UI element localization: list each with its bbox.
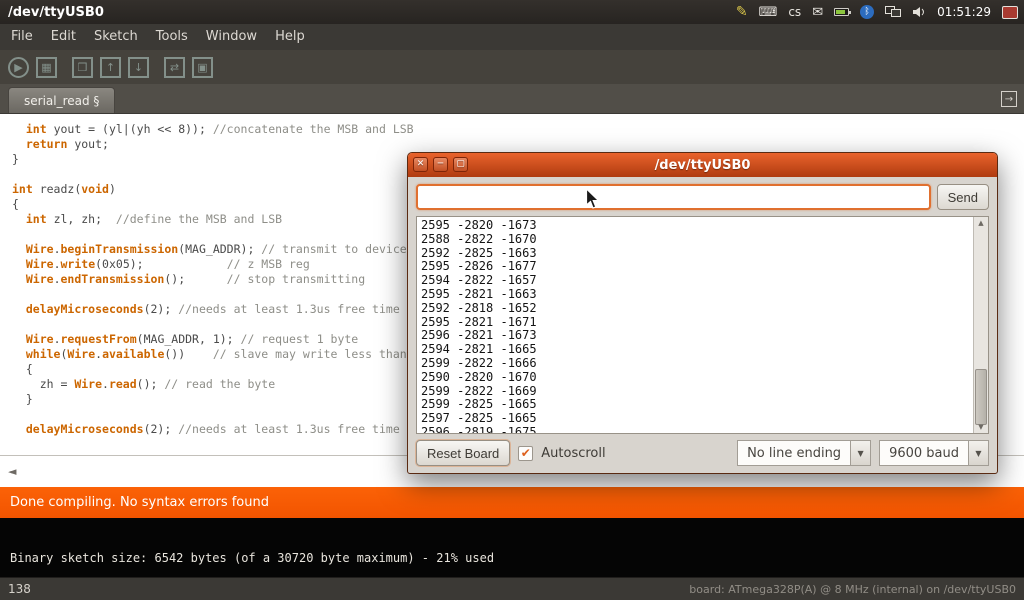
- maximize-icon[interactable]: ▢: [453, 157, 468, 172]
- serial-window-body: Send 2595 -2820 -1673 2588 -2822 -1670 2…: [408, 177, 997, 473]
- serial-monitor-icon: ▣: [197, 62, 207, 73]
- scrollbar-thumb[interactable]: [975, 369, 987, 425]
- open-button[interactable]: ↑: [100, 57, 121, 78]
- open-icon: ↑: [106, 62, 115, 73]
- code-line: {: [12, 362, 414, 377]
- menu-file[interactable]: File: [2, 24, 42, 50]
- note-icon[interactable]: ✎: [736, 5, 748, 19]
- serial-output: 2595 -2820 -1673 2588 -2822 -1670 2592 -…: [417, 217, 973, 433]
- code-line: int yout = (yl|(yh << 8)); //concatenate…: [12, 122, 414, 137]
- export-icon: ⇄: [170, 62, 179, 73]
- console-line: Binary sketch size: 6542 bytes (of a 307…: [10, 551, 494, 565]
- stop-button[interactable]: ▦: [36, 57, 57, 78]
- code-line: [12, 227, 414, 242]
- code-line: int readz(void): [12, 182, 414, 197]
- reset-board-button[interactable]: Reset Board: [416, 440, 510, 466]
- scroll-down-icon[interactable]: ▼: [974, 423, 988, 431]
- send-button[interactable]: Send: [937, 184, 989, 210]
- code-line: Wire.write(0x05); // z MSB reg: [12, 257, 414, 272]
- language-indicator[interactable]: cs: [788, 5, 801, 19]
- battery-icon[interactable]: [834, 8, 849, 16]
- minimize-icon[interactable]: ─: [433, 157, 448, 172]
- verify-icon: ▶: [14, 62, 22, 73]
- top-panel: /dev/ttyUSB0 ✎ ⌨ cs ✉ ᛒ 01:51:29: [0, 0, 1024, 24]
- code-line: Wire.beginTransmission(MAG_ADDR); // tra…: [12, 242, 414, 257]
- export-button[interactable]: ⇄: [164, 57, 185, 78]
- code-line: return yout;: [12, 137, 414, 152]
- serial-output-scrollbar[interactable]: ▲ ▼: [973, 217, 988, 433]
- line-ending-select[interactable]: No line ending ▼: [737, 440, 871, 466]
- code-line: while(Wire.available()) // slave may wri…: [12, 347, 414, 362]
- autoscroll-checkbox[interactable]: ✔: [518, 446, 533, 461]
- network-icon[interactable]: [885, 6, 901, 18]
- keyboard-icon[interactable]: ⌨: [759, 6, 778, 19]
- stop-icon: ▦: [41, 62, 51, 73]
- verify-button[interactable]: ▶: [8, 57, 29, 78]
- serial-window-title: /dev/ttyUSB0: [655, 158, 751, 173]
- new-button[interactable]: ❒: [72, 57, 93, 78]
- code-line: [12, 317, 414, 332]
- code-line: int zl, zh; //define the MSB and LSB: [12, 212, 414, 227]
- line-ending-value: No line ending: [737, 440, 850, 466]
- mail-icon[interactable]: ✉: [812, 6, 823, 19]
- baud-rate-value: 9600 baud: [879, 440, 968, 466]
- session-icon[interactable]: [1002, 6, 1018, 19]
- code-line: zh = Wire.read(); // read the byte: [12, 377, 414, 392]
- window-buttons: ✕ ─ ▢: [413, 157, 468, 172]
- panel-indicators: ✎ ⌨ cs ✉ ᛒ 01:51:29: [736, 5, 1024, 19]
- autoscroll-label: Autoscroll: [541, 446, 605, 461]
- tab-menu-icon[interactable]: →: [1001, 91, 1017, 107]
- menu-help[interactable]: Help: [266, 24, 314, 50]
- compile-status-bar: Done compiling. No syntax errors found: [0, 487, 1024, 518]
- tab-serial-read[interactable]: serial_read §: [8, 87, 115, 113]
- menu-tools[interactable]: Tools: [147, 24, 197, 50]
- serial-send-input[interactable]: [416, 184, 931, 210]
- chevron-down-icon[interactable]: ▼: [968, 440, 989, 466]
- clock[interactable]: 01:51:29: [937, 5, 991, 19]
- footer-status-strip: 138 board: ATmega328P(A) @ 8 MHz (intern…: [0, 577, 1024, 600]
- toolbar-buttons: ▶ ▦ ❒ ↑ ↓ ⇄ ▣: [0, 50, 1024, 84]
- line-number-indicator: 138: [8, 582, 31, 596]
- tab-label: serial_read §: [24, 94, 99, 108]
- panel-window-title: /dev/ttyUSB0: [8, 5, 104, 20]
- code-area: int yout = (yl|(yh << 8)); //concatenate…: [12, 122, 414, 437]
- save-button[interactable]: ↓: [128, 57, 149, 78]
- code-line: [12, 407, 414, 422]
- code-line: delayMicroseconds(2); //needs at least 1…: [12, 422, 414, 437]
- code-line: }: [12, 152, 414, 167]
- serial-output-area[interactable]: 2595 -2820 -1673 2588 -2822 -1670 2592 -…: [416, 216, 989, 434]
- code-line: }: [12, 392, 414, 407]
- new-icon: ❒: [78, 62, 88, 73]
- chevron-down-icon[interactable]: ▼: [850, 440, 871, 466]
- code-line: Wire.requestFrom(MAG_ADDR, 1); // reques…: [12, 332, 414, 347]
- hscroll-left-arrow-icon[interactable]: ◄: [8, 465, 16, 478]
- volume-icon[interactable]: [912, 6, 926, 18]
- code-line: {: [12, 197, 414, 212]
- code-line: delayMicroseconds(2); //needs at least 1…: [12, 302, 414, 317]
- menu-window[interactable]: Window: [197, 24, 266, 50]
- console-output: Binary sketch size: 6542 bytes (of a 307…: [0, 518, 1024, 577]
- menu-edit[interactable]: Edit: [42, 24, 85, 50]
- code-line: [12, 167, 414, 182]
- save-icon: ↓: [134, 62, 143, 73]
- serial-monitor-button[interactable]: ▣: [192, 57, 213, 78]
- serial-window-titlebar[interactable]: ✕ ─ ▢ /dev/ttyUSB0: [408, 153, 997, 177]
- board-info: board: ATmega328P(A) @ 8 MHz (internal) …: [689, 583, 1016, 596]
- menu-bar: File Edit Sketch Tools Window Help: [0, 24, 1024, 50]
- close-icon[interactable]: ✕: [413, 157, 428, 172]
- baud-rate-select[interactable]: 9600 baud ▼: [879, 440, 989, 466]
- tab-bar: serial_read § →: [0, 84, 1024, 114]
- scroll-up-icon[interactable]: ▲: [974, 219, 988, 227]
- code-line: Wire.endTransmission(); // stop transmit…: [12, 272, 414, 287]
- code-line: [12, 287, 414, 302]
- bluetooth-icon[interactable]: ᛒ: [860, 5, 874, 19]
- compile-status-message: Done compiling. No syntax errors found: [10, 495, 269, 510]
- serial-monitor-window: ✕ ─ ▢ /dev/ttyUSB0 Send 2595 -2820 -1673…: [407, 152, 998, 474]
- menu-sketch[interactable]: Sketch: [85, 24, 147, 50]
